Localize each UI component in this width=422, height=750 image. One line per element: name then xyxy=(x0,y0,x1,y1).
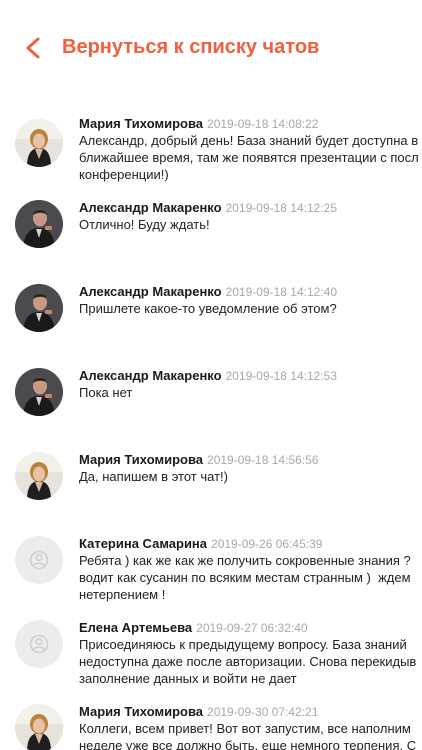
user-placeholder-icon xyxy=(15,620,63,668)
message-time: 2019-09-26 06:45:39 xyxy=(211,537,323,551)
message-line: Коллеги, всем привет! Вот вот запустим, … xyxy=(79,721,411,736)
message-body: Александр Макаренко 2019-09-18 14:12:40 П… xyxy=(79,284,422,317)
avatar[interactable] xyxy=(15,200,63,248)
message-line: Пришлете какое-то уведомление об этом? xyxy=(79,301,337,316)
message-meta: Елена Артемьева 2019-09-27 06:32:40 xyxy=(79,620,422,636)
message-body: Елена Артемьева 2019-09-27 06:32:40 Присо… xyxy=(79,620,422,687)
message-line: заполнение данных и войти не дает xyxy=(79,671,297,686)
message-time: 2019-09-18 14:08:22 xyxy=(207,117,319,131)
message-time: 2019-09-18 14:12:40 xyxy=(225,285,338,299)
message-author: Елена Артемьева xyxy=(79,620,193,635)
message-time: 2019-09-18 14:12:53 xyxy=(225,369,338,383)
message-line: нетерпением ! xyxy=(79,587,166,602)
message-line: Александр, добрый день! База знаний буде… xyxy=(79,133,419,148)
message-body: Александр Макаренко 2019-09-18 14:12:25 О… xyxy=(79,200,422,233)
avatar[interactable] xyxy=(15,368,63,416)
message-author: Александр Макаренко xyxy=(79,200,222,215)
avatar[interactable] xyxy=(15,452,63,500)
message-body: Мария Тихомирова 2019-09-18 14:56:56 Да, … xyxy=(79,452,422,485)
chevron-left-icon xyxy=(26,37,40,59)
message-body: Катерина Самарина 2019-09-26 06:45:39 Реб… xyxy=(79,536,422,603)
avatar[interactable] xyxy=(15,620,63,668)
avatar[interactable] xyxy=(15,536,63,584)
message-meta: Катерина Самарина 2019-09-26 06:45:39 xyxy=(79,536,422,552)
message-line: ближайшее время, там же появятся презент… xyxy=(79,150,419,165)
message-time: 2019-09-18 14:12:25 xyxy=(225,201,338,215)
message-author: Мария Тихомирова xyxy=(79,704,204,719)
message-meta: Мария Тихомирова 2019-09-18 14:56:56 xyxy=(79,452,422,468)
message-line: недоступна даже после авторизации. Снова… xyxy=(79,654,417,669)
message-time: 2019-09-18 14:56:56 xyxy=(207,453,319,467)
user-placeholder-icon xyxy=(15,536,63,584)
message-author: Мария Тихомирова xyxy=(79,452,204,467)
user-photo xyxy=(15,452,63,500)
avatar[interactable] xyxy=(15,119,63,167)
header: Вернуться к списку чатов xyxy=(0,0,422,96)
back-button[interactable] xyxy=(18,32,48,64)
user-photo xyxy=(15,368,63,416)
avatar[interactable] xyxy=(15,704,63,750)
message-line: конференции!) xyxy=(79,167,169,182)
message-time: 2019-09-30 07:42:21 xyxy=(207,705,319,719)
user-photo xyxy=(15,284,63,332)
message-meta: Мария Тихомирова 2019-09-18 14:08:22 xyxy=(79,116,422,132)
message-body: Александр Макаренко 2019-09-18 14:12:53 П… xyxy=(79,368,422,401)
back-to-chat-list-link[interactable]: Вернуться к списку чатов xyxy=(62,36,319,59)
message-body: Мария Тихомирова 2019-09-18 14:08:22 Алек… xyxy=(79,116,422,183)
message-line: Да, напишем в этот чат!) xyxy=(79,469,228,484)
message-meta: Александр Макаренко 2019-09-18 14:12:25 xyxy=(79,200,422,216)
message-author: Мария Тихомирова xyxy=(79,116,204,131)
message-list[interactable]: Мария Тихомирова 2019-09-18 14:08:22 Алек… xyxy=(0,96,422,750)
message-line: водит как сусанин по всяким местам стран… xyxy=(79,570,411,585)
message-line: Присоединяюсь к предыдущему вопросу. Баз… xyxy=(79,637,407,652)
user-photo xyxy=(15,200,63,248)
message-author: Катерина Самарина xyxy=(79,536,208,551)
message-line: Пока нет xyxy=(79,385,133,400)
message-author: Александр Макаренко xyxy=(79,368,222,383)
message-meta: Александр Макаренко 2019-09-18 14:12:53 xyxy=(79,368,422,384)
message-meta: Александр Макаренко 2019-09-18 14:12:40 xyxy=(79,284,422,300)
message-body: Мария Тихомирова 2019-09-30 07:42:21 Колл… xyxy=(79,704,422,750)
message-line: Отлично! Буду ждать! xyxy=(79,217,210,232)
user-photo xyxy=(15,704,63,750)
message-meta: Мария Тихомирова 2019-09-30 07:42:21 xyxy=(79,704,422,720)
message-time: 2019-09-27 06:32:40 xyxy=(196,621,308,635)
user-photo xyxy=(15,119,63,167)
message-line: Ребята ) как же как же получить сокровен… xyxy=(79,553,411,568)
avatar[interactable] xyxy=(15,284,63,332)
message-line: неделе уже все должно быть, еще немного … xyxy=(79,738,417,750)
message-author: Александр Макаренко xyxy=(79,284,222,299)
